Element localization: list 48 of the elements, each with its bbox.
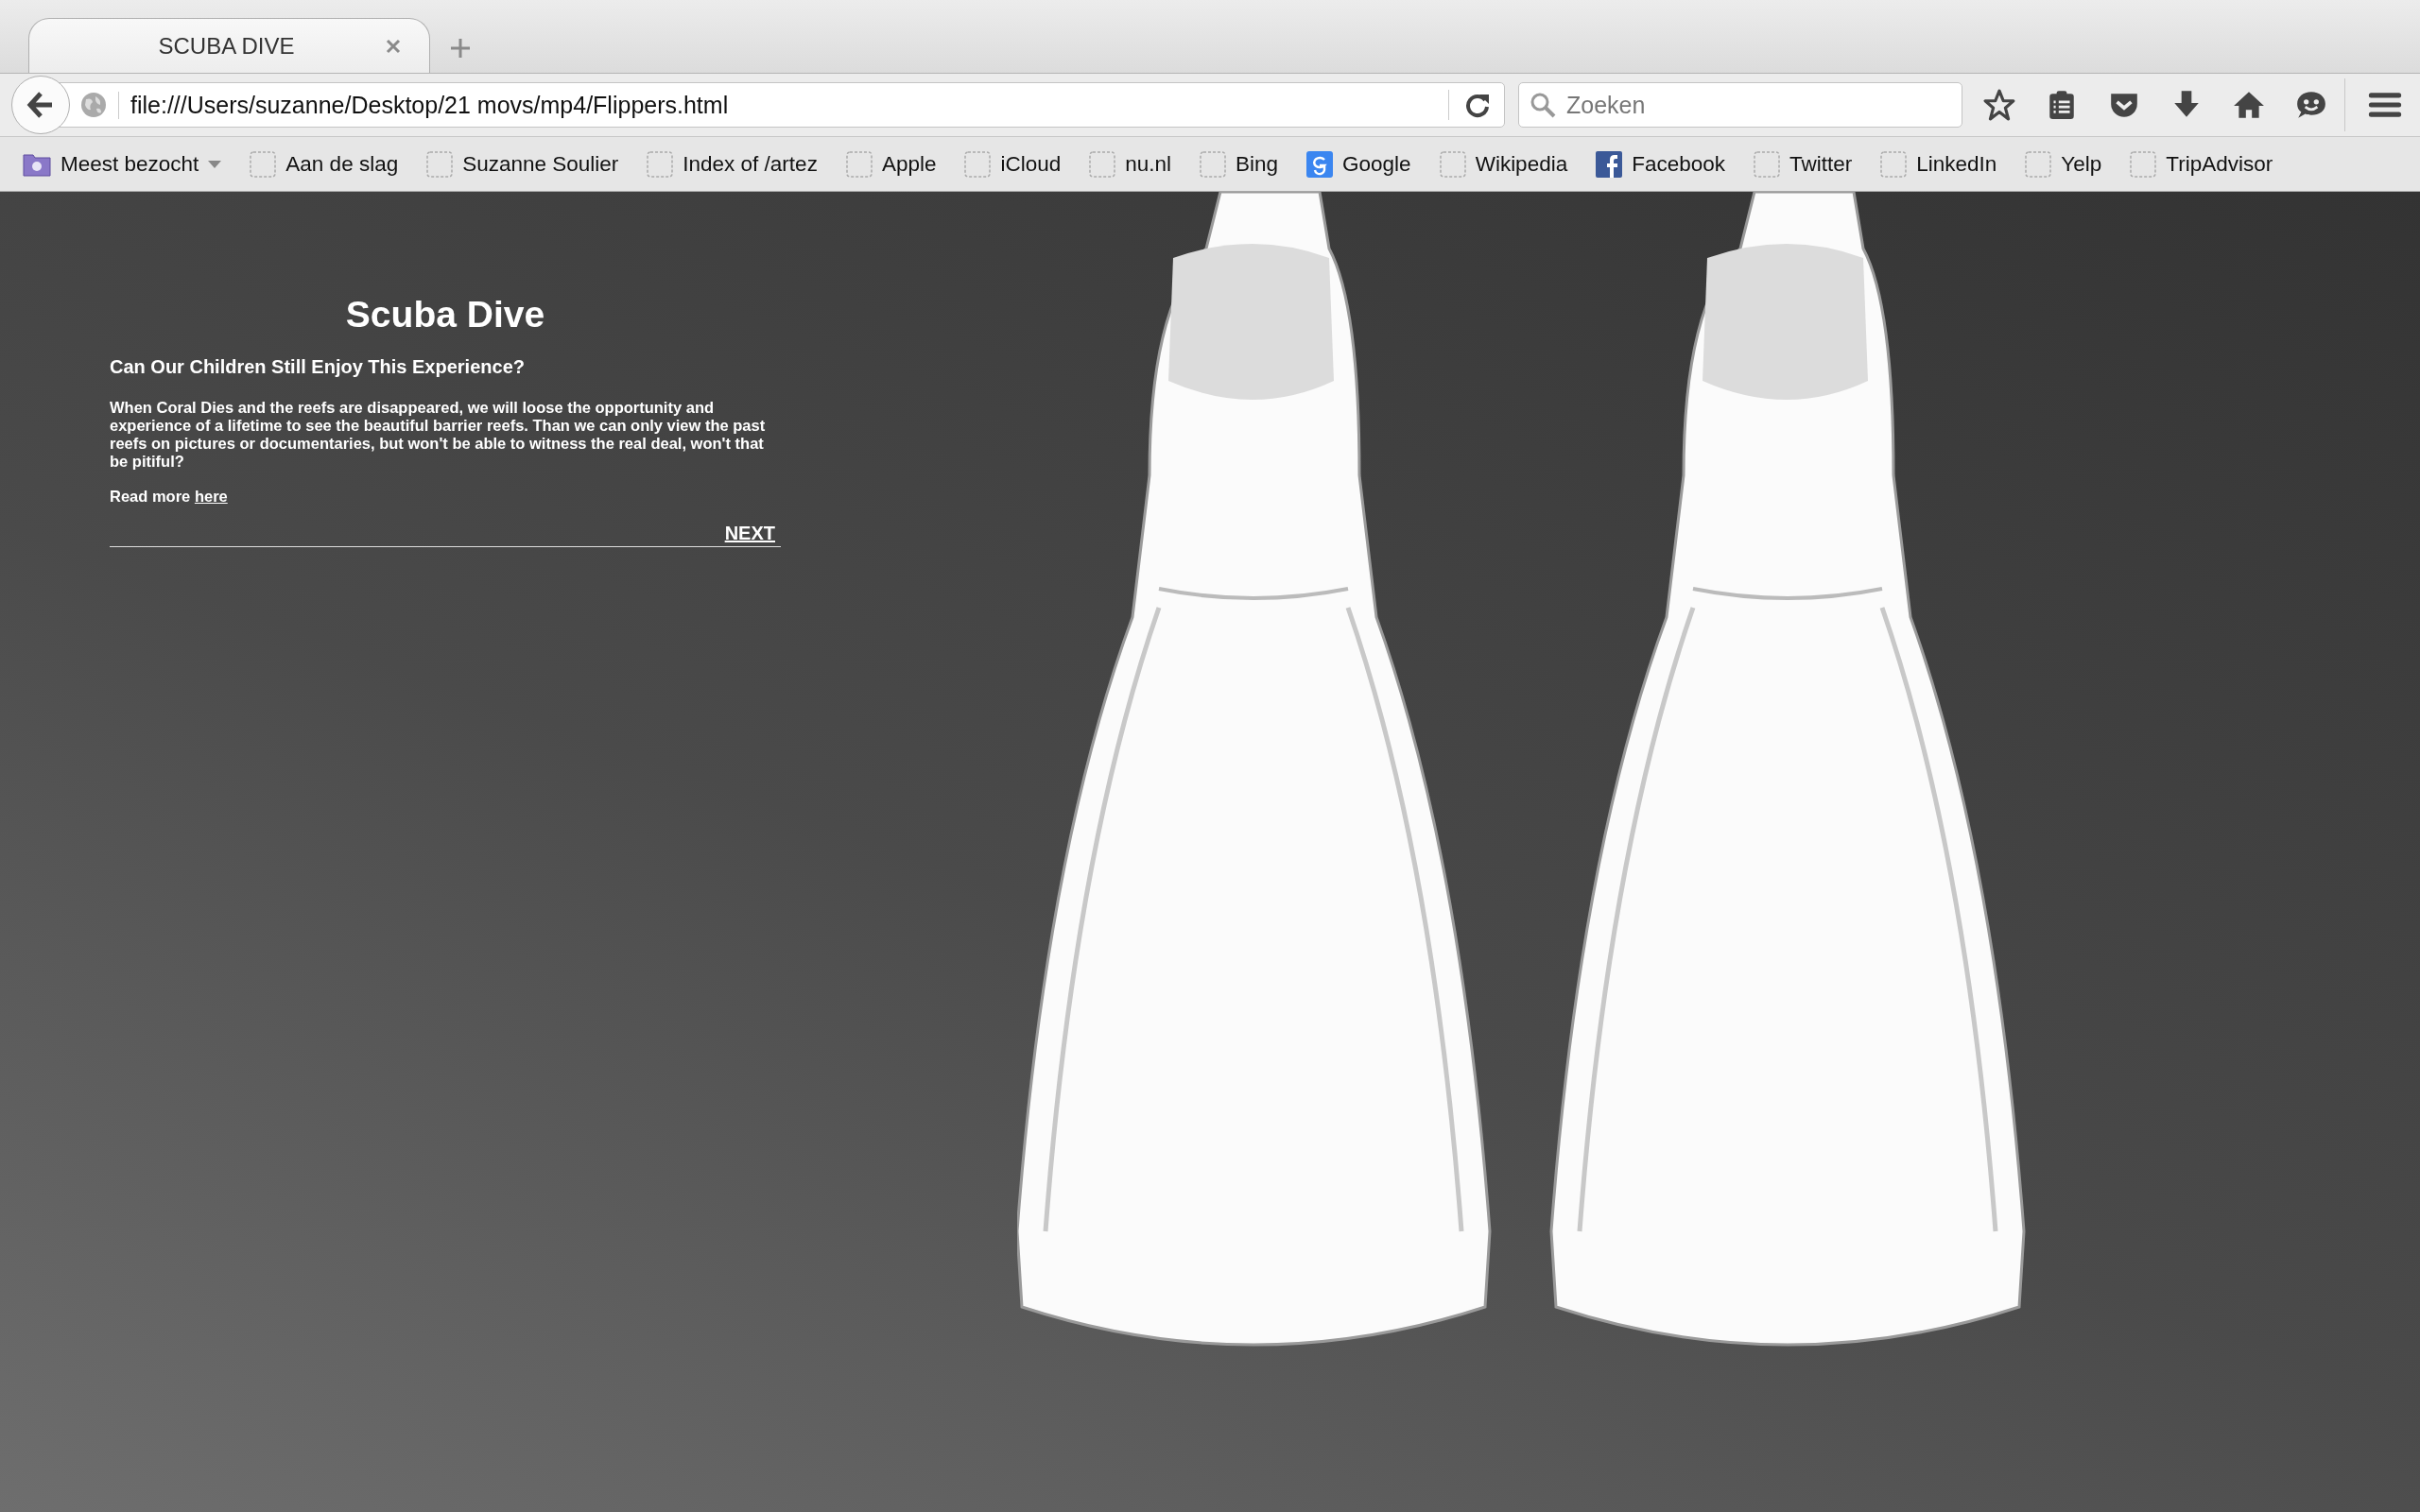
page-icon (1200, 150, 1227, 178)
reload-icon[interactable] (1464, 92, 1491, 118)
bookmark-item[interactable]: LinkedIn (1880, 150, 1997, 178)
page-icon (845, 150, 873, 178)
bookmark-item[interactable]: Facebook (1596, 150, 1725, 178)
bookmark-item[interactable]: Yelp (2025, 150, 2102, 178)
bookmark-item[interactable]: Bing (1200, 150, 1279, 178)
read-more-text: Read more here (110, 488, 229, 506)
page-icon (250, 150, 277, 178)
page-icon (964, 150, 992, 178)
facebook-icon (1596, 150, 1623, 178)
bookmark-item[interactable]: Meest bezocht (23, 151, 222, 177)
back-arrow-icon (26, 91, 55, 119)
page-icon (1089, 150, 1116, 178)
page-icon (2025, 150, 2052, 178)
new-tab-icon[interactable] (449, 37, 472, 60)
page-icon (1439, 150, 1466, 178)
folder-icon (23, 151, 51, 177)
next-link[interactable]: NEXT (724, 523, 775, 543)
address-bar[interactable]: file:///Users/suzanne/Desktop/21 movs/mp4/Flippers.html (57, 82, 1505, 128)
bookmark-item[interactable]: TripAdvisor (2130, 150, 2273, 178)
close-icon[interactable] (386, 38, 401, 54)
bookmark-item[interactable]: Wikipedia (1439, 150, 1568, 178)
bookmark-item[interactable]: Suzanne Soulier (426, 150, 619, 178)
page-subtitle: Can Our Children Still Enjoy This Experience? (110, 356, 526, 378)
caret-icon (208, 160, 222, 168)
star-icon[interactable] (1983, 89, 2015, 121)
url-text: file:///Users/suzanne/Desktop/21 movs/mp4/Flippers.html (118, 91, 1437, 119)
bookmark-item[interactable]: nu.nl (1089, 150, 1172, 178)
bookmark-item[interactable]: Index of /artez (647, 150, 818, 178)
globe-icon (80, 92, 107, 118)
bookmark-item[interactable]: Aan de slag (250, 150, 399, 178)
bookmark-item[interactable]: Apple (845, 150, 937, 178)
bookmark-item[interactable]: iCloud (964, 150, 1062, 178)
chat-icon[interactable] (2295, 89, 2327, 121)
bookmark-item[interactable]: Google (1306, 150, 1411, 178)
intro-paragraph: When Coral Dies and the reefs are disappeared, we will loose the opportunity and experience of a lifetime to see the beautiful barrier reefs. Than we can only view the past reefs on pictures or documentaries, but won't be able to witness the real deal, won't that be pitiful? (110, 399, 767, 471)
page-icon (647, 150, 674, 178)
page-title: Scuba Dive (344, 294, 546, 335)
page-icon (1880, 150, 1908, 178)
search-field[interactable]: Zoeken (1518, 82, 1962, 128)
page-icon (2130, 150, 2157, 178)
here-link[interactable]: here (194, 488, 228, 505)
bookmark-item[interactable]: Twitter (1754, 150, 1853, 178)
browser-tab[interactable]: SCUBA DIVE (28, 18, 430, 73)
google-icon (1306, 150, 1334, 178)
page-icon (1754, 150, 1780, 178)
page-icon (426, 150, 454, 178)
